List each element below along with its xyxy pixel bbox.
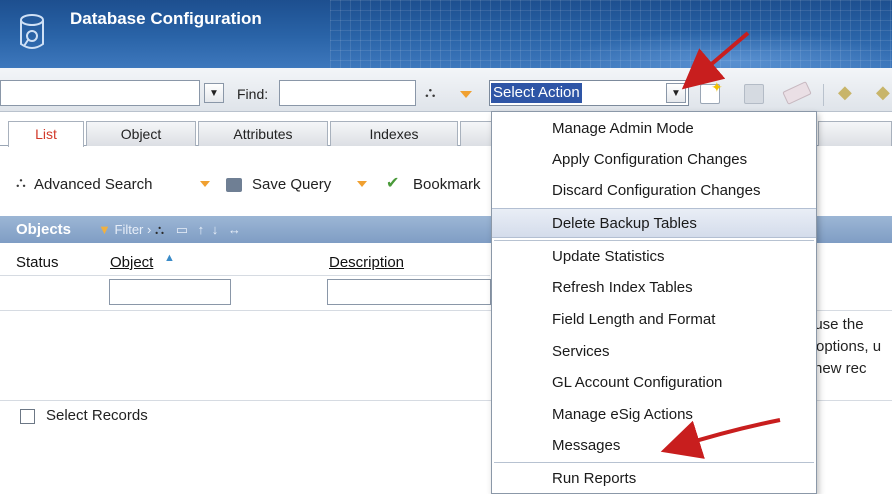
help-text-line-3: new rec [814, 360, 867, 377]
next-icon[interactable]: ◆ [876, 82, 890, 103]
save-icon[interactable] [744, 84, 764, 104]
column-description[interactable]: Description [329, 254, 404, 271]
app-header: Database Configuration [0, 0, 892, 68]
action-dropdown-button[interactable]: ▼ [666, 83, 686, 103]
sort-ascending-icon[interactable]: ▲ [164, 252, 175, 264]
help-text-line-2: options, u [816, 338, 882, 355]
save-query-link[interactable]: Save Query [252, 176, 331, 193]
objects-title: Objects [16, 221, 72, 238]
database-gear-icon [20, 14, 44, 49]
find-label: Find: [237, 86, 269, 102]
query-dropdown-button[interactable]: ▼ [204, 83, 224, 103]
bookmarks-link[interactable]: Bookmark [413, 176, 481, 193]
bookmark-icon: ✔ [386, 175, 400, 192]
menu-item-manage-admin-mode[interactable]: Manage Admin Mode [492, 114, 816, 144]
new-record-icon[interactable]: ✦ [700, 79, 723, 104]
menu-item-messages[interactable]: Messages [492, 431, 816, 461]
save-query-chevron-icon[interactable] [357, 181, 367, 187]
previous-icon[interactable]: ◆ [838, 82, 852, 103]
action-select[interactable]: Select Action [489, 80, 689, 106]
save-query-icon [226, 178, 242, 192]
find-options-chevron-icon[interactable] [460, 91, 472, 98]
menu-item-update-statistics[interactable]: Update Statistics [492, 242, 816, 272]
expand-icon[interactable]: ↔ [228, 222, 241, 237]
menu-separator [494, 240, 814, 241]
advanced-search-chevron-icon[interactable] [200, 181, 210, 187]
grid-divider [0, 275, 490, 276]
menu-item-gl-account-configuration[interactable]: GL Account Configuration [492, 368, 816, 398]
page-title: Database Configuration [70, 9, 262, 28]
find-input[interactable] [279, 80, 416, 106]
arrow-up-icon[interactable]: ↑ [198, 222, 205, 237]
search-bar: ⛬ Advanced Search Save Query ✔ Bookmark [0, 166, 490, 206]
action-menu: Manage Admin Mode Apply Configuration Ch… [491, 111, 817, 494]
action-select-value: Select Action [491, 83, 582, 103]
select-records-checkbox[interactable] [20, 409, 35, 424]
tab-object[interactable]: Object [86, 121, 196, 146]
tab-attributes[interactable]: Attributes [198, 121, 328, 146]
menu-item-field-length-and-format[interactable]: Field Length and Format [492, 305, 816, 335]
description-filter-input[interactable] [327, 279, 491, 305]
binoculars-icon[interactable]: ⛬ [425, 84, 436, 101]
menu-item-delete-backup-tables[interactable]: Delete Backup Tables [492, 208, 816, 238]
tab-right[interactable] [818, 121, 892, 146]
select-records-label[interactable]: Select Records [46, 407, 148, 424]
grid-toolbar: ▼ Filter › ⛬ ▭ ↑ ↓ ↔ [98, 222, 241, 238]
clear-filter-icon[interactable]: ▭ [176, 222, 188, 237]
toolbar-divider [823, 84, 824, 106]
menu-separator [494, 462, 814, 463]
menu-item-run-reports[interactable]: Run Reports [492, 464, 816, 494]
tab-indexes[interactable]: Indexes [330, 121, 458, 146]
column-status: Status [16, 254, 59, 271]
menu-item-discard-configuration-changes[interactable]: Discard Configuration Changes [492, 176, 816, 206]
filter-chevron-icon[interactable]: ▼ [98, 222, 111, 237]
header-glow [560, 30, 892, 68]
menu-item-apply-configuration-changes[interactable]: Apply Configuration Changes [492, 145, 816, 175]
binoculars-icon: ⛬ [16, 174, 26, 190]
arrow-down-icon[interactable]: ↓ [212, 222, 219, 237]
filter-button[interactable]: Filter [115, 222, 144, 237]
binoculars-icon[interactable]: ⛬ [155, 222, 164, 237]
object-filter-input[interactable] [109, 279, 231, 305]
query-select[interactable] [0, 80, 200, 106]
menu-item-services[interactable]: Services [492, 337, 816, 367]
menu-item-refresh-index-tables[interactable]: Refresh Index Tables [492, 273, 816, 303]
menu-item-manage-esig-actions[interactable]: Manage eSig Actions [492, 400, 816, 430]
column-object[interactable]: Object [110, 254, 153, 271]
filter-arrow-icon: › [147, 222, 152, 237]
tab-list[interactable]: List [8, 121, 84, 147]
advanced-search-link[interactable]: Advanced Search [34, 176, 152, 193]
